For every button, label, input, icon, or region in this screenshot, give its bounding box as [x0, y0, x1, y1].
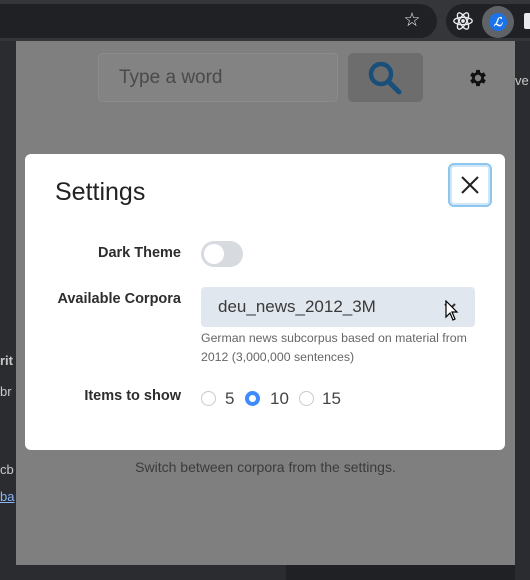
background-bottom-bar [16, 565, 286, 580]
gear-icon[interactable] [467, 67, 489, 89]
close-icon [461, 176, 479, 194]
react-devtools-icon[interactable] [452, 10, 474, 32]
background-text: br [0, 384, 12, 399]
radio-5[interactable] [201, 391, 216, 406]
background-text: cb [0, 462, 14, 477]
corpora-hint-text: Switch between corpora from the settings… [135, 459, 396, 475]
dark-theme-toggle[interactable] [201, 241, 243, 267]
close-button[interactable] [448, 163, 492, 207]
toggle-knob [204, 244, 224, 264]
mouse-cursor-icon [445, 300, 459, 321]
bookmark-star-icon[interactable]: ☆ [401, 10, 423, 32]
extension-l-icon: ℒ [489, 13, 507, 31]
browser-toolbar: ☆ ℒ [0, 0, 530, 41]
corpora-label: Available Corpora [57, 291, 181, 307]
modal-title: Settings [55, 178, 146, 206]
radio-10[interactable] [245, 391, 260, 406]
extensions-puzzle-icon[interactable] [520, 10, 530, 32]
items-to-show-label: Items to show [84, 388, 181, 404]
background-page-right [515, 41, 530, 580]
radio-label-5: 5 [225, 389, 235, 408]
corpus-select-value: deu_news_2012_3M [218, 297, 376, 316]
radio-label-10: 10 [270, 389, 289, 408]
corpus-description: German news subcorpus based on material … [201, 331, 467, 364]
radio-15[interactable] [299, 391, 314, 406]
radio-label-15: 15 [322, 389, 341, 408]
address-bar[interactable] [0, 4, 437, 38]
corpus-select[interactable]: deu_news_2012_3M [201, 287, 475, 327]
search-button[interactable] [348, 53, 423, 102]
background-text: ve [515, 73, 529, 88]
background-link[interactable]: ba [0, 489, 14, 504]
search-input[interactable]: Type a word [98, 53, 338, 102]
settings-modal: Settings Dark Theme Available Corpora de… [25, 154, 505, 450]
background-text: rit [0, 353, 13, 368]
search-icon [368, 61, 402, 95]
dark-theme-label: Dark Theme [97, 245, 181, 261]
